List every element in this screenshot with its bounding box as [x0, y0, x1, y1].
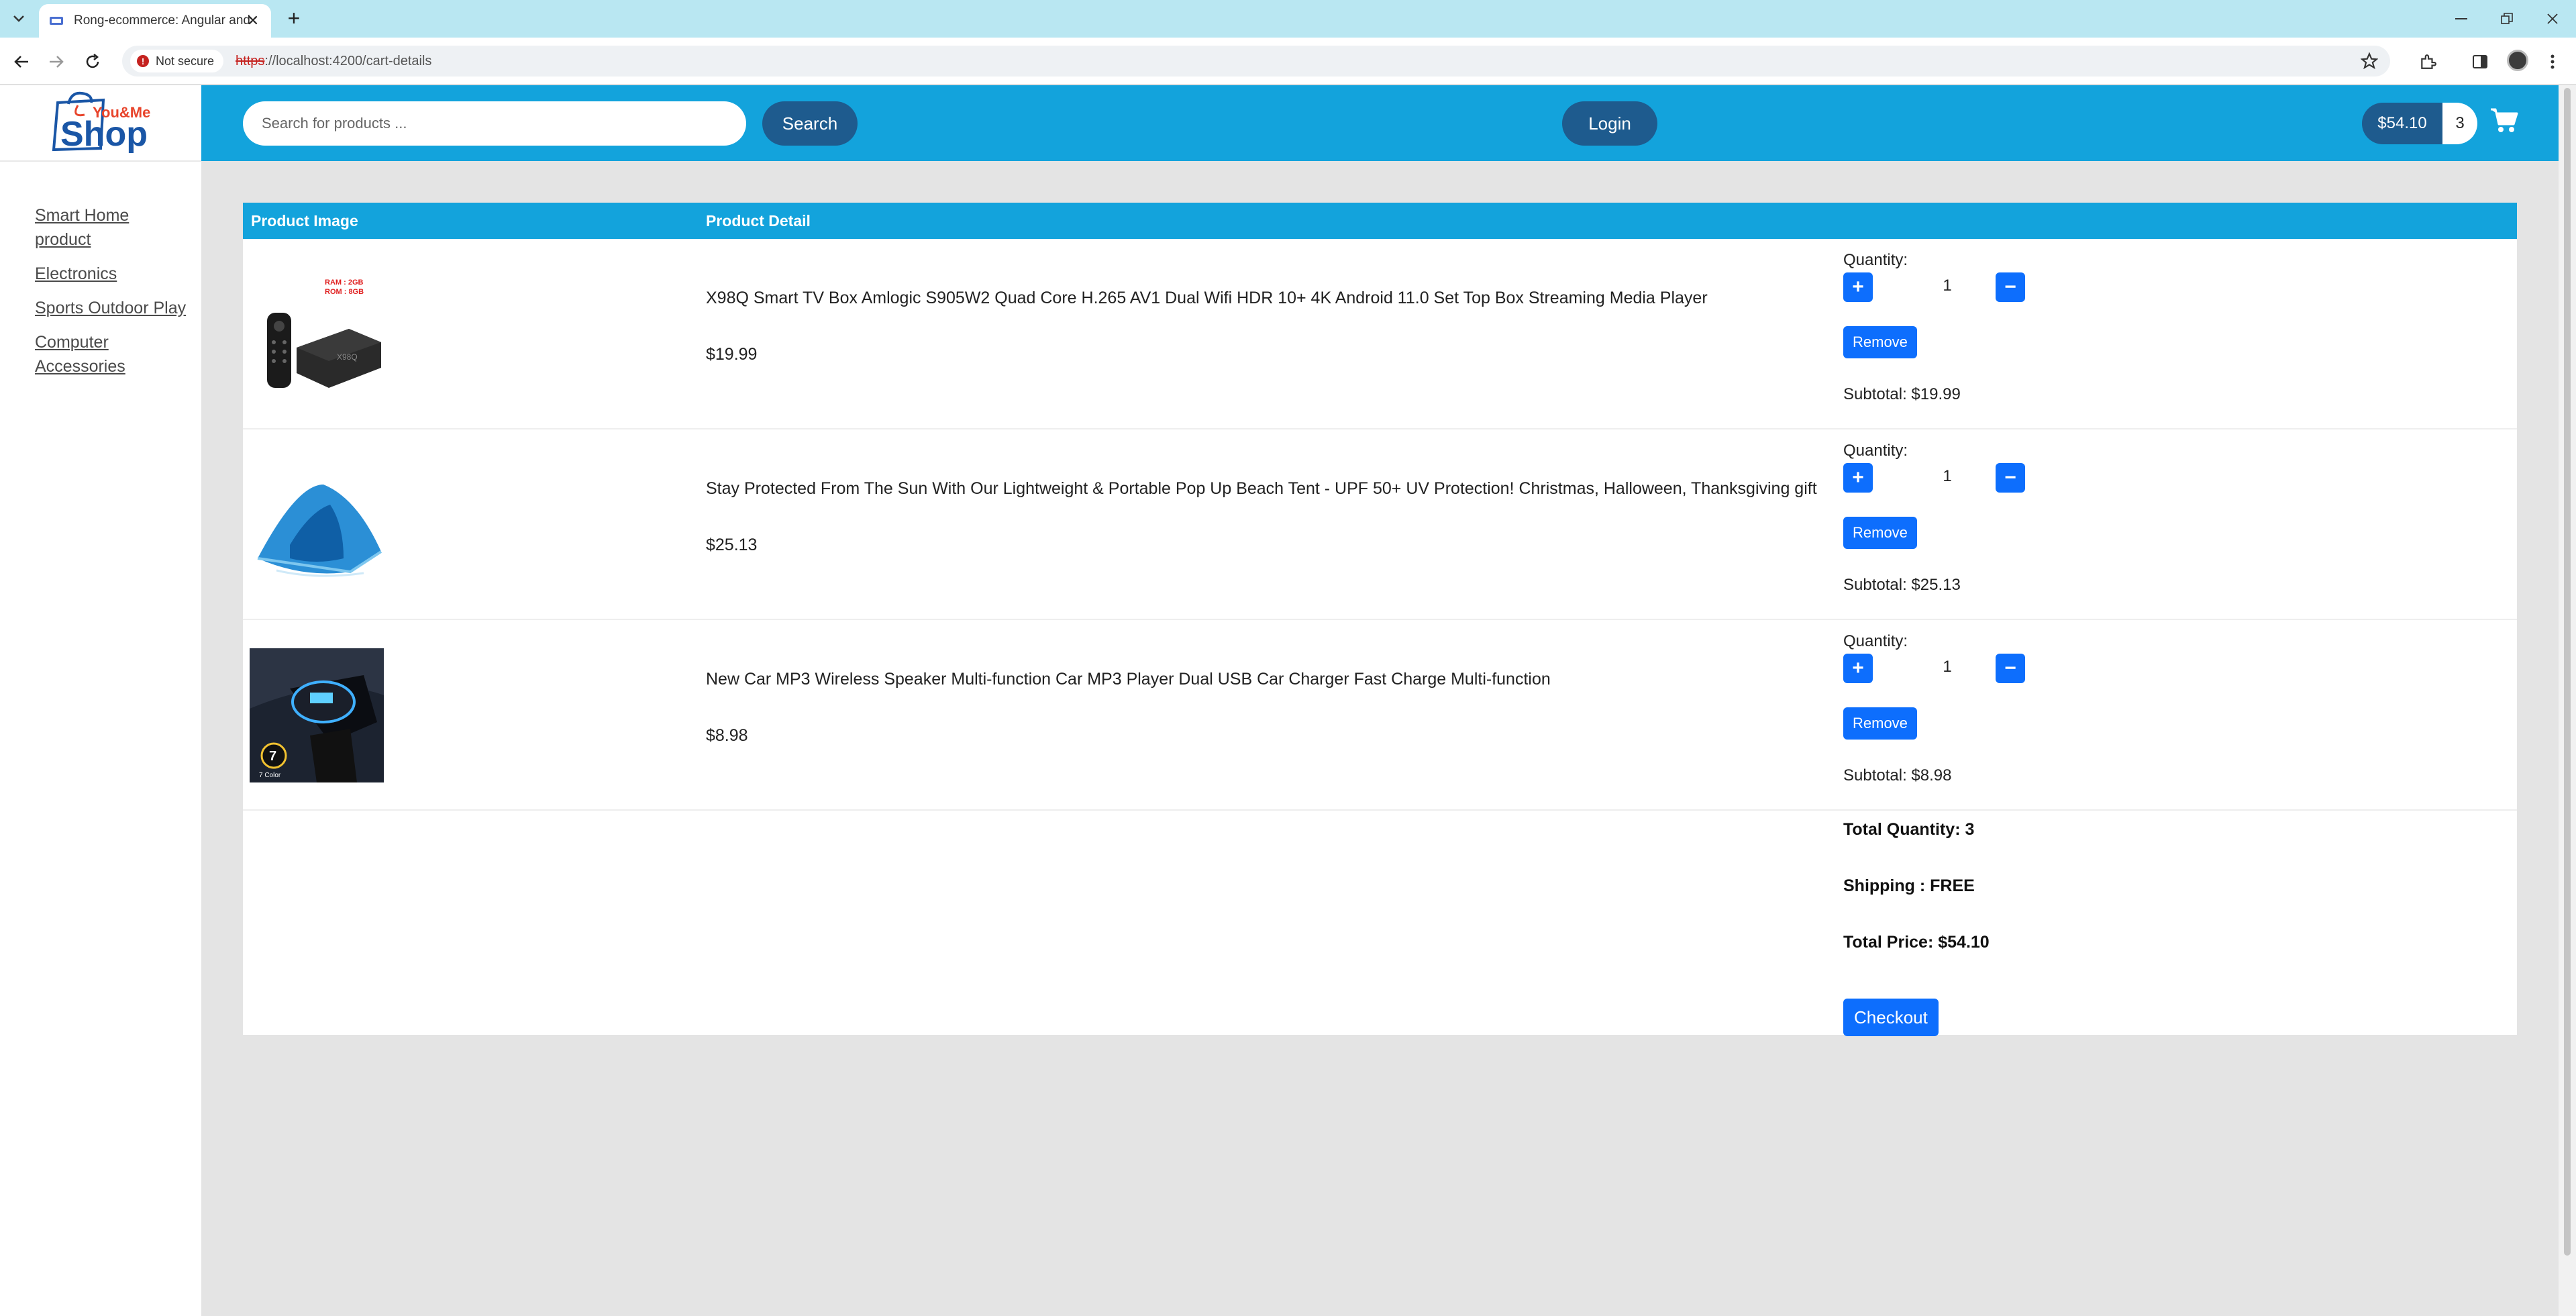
- quantity-label: Quantity:: [1843, 632, 1908, 650]
- cart-total-amount: $54.10: [2362, 103, 2442, 144]
- cart-table: Product Image Product Detail RAM : 2GB R…: [243, 203, 2517, 1036]
- security-chip[interactable]: ! Not secure: [130, 50, 224, 72]
- cart-status[interactable]: $54.10 3: [2362, 103, 2477, 144]
- security-label: Not secure: [156, 54, 215, 68]
- tab-close-icon[interactable]: ✕: [244, 12, 262, 30]
- product-price: $8.98: [706, 726, 748, 745]
- bookmark-star-icon[interactable]: [2360, 52, 2379, 70]
- product-name[interactable]: Stay Protected From The Sun With Our Lig…: [706, 479, 1817, 499]
- product-name[interactable]: New Car MP3 Wireless Speaker Multi-funct…: [706, 670, 1551, 689]
- shopping-cart-icon[interactable]: [2489, 107, 2519, 134]
- item-subtotal: Subtotal: $25.13: [1843, 576, 1961, 594]
- tv-box-brand-mark: X98Q: [337, 352, 358, 362]
- category-list: Smart Home product Electronics Sports Ou…: [35, 203, 189, 389]
- total-price: Total Price: $54.10: [1843, 933, 1990, 952]
- forward-arrow-icon[interactable]: [43, 48, 70, 75]
- logo-big-text: Shop: [60, 115, 148, 154]
- shop-bag-logo-icon: You&Me Shop: [52, 91, 150, 154]
- search-input[interactable]: [243, 101, 746, 146]
- product-image-tv-box[interactable]: RAM : 2GB ROM : 8GB X98Q: [250, 267, 384, 401]
- increase-quantity-button[interactable]: +: [1843, 463, 1873, 493]
- product-name[interactable]: X98Q Smart TV Box Amlogic S905W2 Quad Co…: [706, 289, 1708, 308]
- browser-tabstrip: Rong-ecommerce: Angular and ✕ +: [0, 0, 2576, 38]
- browser-toolbar: ! Not secure https://localhost:4200/cart…: [0, 38, 2576, 85]
- sidebar: You&Me Shop Smart Home product Electroni…: [0, 85, 201, 1316]
- address-bar[interactable]: ! Not secure https://localhost:4200/cart…: [122, 46, 2390, 77]
- shop-logo[interactable]: You&Me Shop: [44, 91, 152, 155]
- mp3-number-text: 7: [269, 749, 276, 764]
- quantity-label: Quantity:: [1843, 442, 1908, 460]
- tab-title: Rong-ecommerce: Angular and: [74, 13, 250, 28]
- page-scrollbar[interactable]: [2559, 85, 2576, 1316]
- product-price: $25.13: [706, 536, 758, 554]
- increase-quantity-button[interactable]: +: [1843, 654, 1873, 683]
- category-sports-outdoor[interactable]: Sports Outdoor Play: [35, 296, 189, 320]
- mp3-color-text: 7 Color: [259, 772, 281, 779]
- profile-avatar[interactable]: [2507, 50, 2528, 71]
- product-price: $19.99: [706, 345, 758, 364]
- product-image-car-mp3[interactable]: 7 7 Color: [250, 648, 384, 782]
- item-subtotal: Subtotal: $19.99: [1843, 385, 1961, 403]
- shop-favicon-icon: [48, 14, 64, 28]
- product-image-beach-tent[interactable]: [250, 458, 384, 592]
- search-button[interactable]: Search: [762, 101, 858, 146]
- minimize-icon[interactable]: [2448, 5, 2475, 32]
- decrease-quantity-button[interactable]: −: [1996, 654, 2025, 683]
- total-quantity: Total Quantity: 3: [1843, 820, 1975, 839]
- table-row: Stay Protected From The Sun With Our Lig…: [243, 429, 2517, 620]
- quantity-value: 1: [1943, 467, 1952, 485]
- extensions-puzzle-icon[interactable]: [2417, 51, 2438, 72]
- scrollbar-thumb[interactable]: [2564, 88, 2571, 1256]
- tab-search-chevron-icon[interactable]: [7, 8, 31, 30]
- restore-icon[interactable]: [2493, 5, 2520, 32]
- remove-button[interactable]: Remove: [1843, 326, 1917, 358]
- sidebar-divider: [0, 160, 201, 162]
- login-button[interactable]: Login: [1562, 101, 1657, 146]
- table-header: Product Image Product Detail: [243, 203, 2517, 239]
- table-row: 7 7 Color New Car MP3 Wireless Speaker M…: [243, 620, 2517, 811]
- browser-tab-active[interactable]: Rong-ecommerce: Angular and ✕: [39, 4, 271, 38]
- decrease-quantity-button[interactable]: −: [1996, 272, 2025, 302]
- tv-box-rom-text: ROM : 8GB: [325, 288, 364, 296]
- cart-item-count: 3: [2442, 103, 2477, 144]
- table-row: RAM : 2GB ROM : 8GB X98Q X98Q Smart TV B…: [243, 239, 2517, 429]
- site-header: Search Login $54.10 3: [201, 85, 2559, 161]
- browser-menu-icon[interactable]: [2542, 51, 2563, 72]
- shipping-info: Shipping : FREE: [1843, 876, 1975, 895]
- category-electronics[interactable]: Electronics: [35, 262, 189, 286]
- warning-icon: !: [137, 55, 149, 67]
- column-header-image: Product Image: [251, 212, 358, 230]
- quantity-label: Quantity:: [1843, 251, 1908, 269]
- url-text[interactable]: https://localhost:4200/cart-details: [236, 54, 431, 69]
- window-close-icon[interactable]: [2539, 5, 2566, 32]
- remove-button[interactable]: Remove: [1843, 707, 1917, 740]
- tv-box-ram-text: RAM : 2GB: [325, 279, 364, 287]
- item-subtotal: Subtotal: $8.98: [1843, 766, 1952, 784]
- remove-button[interactable]: Remove: [1843, 517, 1917, 549]
- new-tab-plus-icon[interactable]: +: [282, 7, 306, 31]
- column-header-detail: Product Detail: [706, 212, 811, 230]
- quantity-value: 1: [1943, 276, 1952, 295]
- increase-quantity-button[interactable]: +: [1843, 272, 1873, 302]
- checkout-button[interactable]: Checkout: [1843, 999, 1939, 1036]
- decrease-quantity-button[interactable]: −: [1996, 463, 2025, 493]
- back-arrow-icon[interactable]: [8, 48, 35, 75]
- category-smart-home[interactable]: Smart Home product: [35, 203, 189, 252]
- reload-icon[interactable]: [79, 48, 106, 75]
- quantity-value: 1: [1943, 658, 1952, 676]
- side-panel-icon[interactable]: [2469, 51, 2491, 72]
- url-scheme: https: [236, 53, 265, 68]
- category-computer-accessories[interactable]: Computer Accessories: [35, 330, 189, 378]
- url-path: ://localhost:4200/cart-details: [264, 53, 432, 68]
